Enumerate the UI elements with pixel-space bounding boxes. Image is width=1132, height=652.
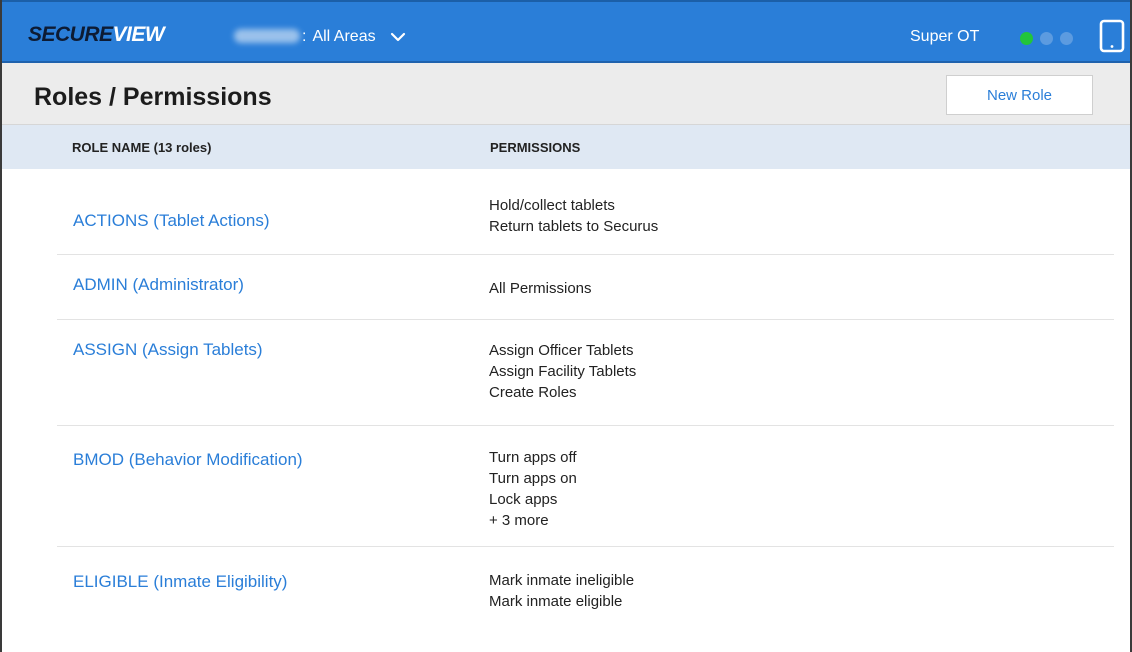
- table-row: ADMIN (Administrator) All Permissions: [2, 255, 1130, 320]
- logo-text-secure: SECURE: [28, 23, 113, 46]
- facility-name-redacted: [234, 29, 300, 43]
- permission-list: All Permissions: [489, 278, 592, 299]
- permission-item: Assign Officer Tablets: [489, 342, 634, 359]
- table-row: BMOD (Behavior Modification) Turn apps o…: [2, 426, 1130, 547]
- page-title: Roles / Permissions: [34, 83, 272, 111]
- permission-list: Hold/collect tablets Return tablets to S…: [489, 195, 658, 237]
- status-dot-3: [1060, 32, 1073, 45]
- table-row: ACTIONS (Tablet Actions) Hold/collect ta…: [2, 169, 1130, 255]
- permission-item: All Permissions: [489, 280, 592, 297]
- permission-list: Turn apps off Turn apps on Lock apps + 3…: [489, 447, 577, 531]
- table-row: ASSIGN (Assign Tablets) Assign Officer T…: [2, 320, 1130, 426]
- permission-item: Hold/collect tablets: [489, 197, 615, 214]
- area-separator: :: [302, 28, 307, 45]
- status-dot-2: [1040, 32, 1053, 45]
- permission-list: Assign Officer Tablets Assign Facility T…: [489, 340, 636, 403]
- area-label: All Areas: [312, 28, 376, 45]
- role-link[interactable]: ASSIGN (Assign Tablets): [73, 340, 263, 360]
- column-header-permissions: PERMISSIONS: [490, 140, 581, 155]
- column-header-role-name[interactable]: ROLE NAME (13 roles): [72, 140, 211, 155]
- status-indicators: [1020, 32, 1073, 45]
- role-link[interactable]: BMOD (Behavior Modification): [73, 450, 303, 470]
- permission-item: Create Roles: [489, 384, 577, 401]
- securview-logo[interactable]: SECUREVIEW: [28, 23, 165, 47]
- table-row: ELIGIBLE (Inmate Eligibility) Mark inmat…: [2, 547, 1130, 637]
- permission-item: Assign Facility Tablets: [489, 363, 637, 380]
- role-link[interactable]: ELIGIBLE (Inmate Eligibility): [73, 572, 287, 592]
- chevron-down-icon: [390, 32, 405, 42]
- permission-item: Turn apps on: [489, 470, 577, 487]
- page-header: Roles / Permissions New Role: [2, 63, 1130, 125]
- permission-item: Lock apps: [489, 491, 558, 508]
- table-column-headers: ROLE NAME (13 roles) PERMISSIONS: [2, 125, 1130, 169]
- permission-list: Mark inmate ineligible Mark inmate eligi…: [489, 570, 634, 612]
- app-window: SECUREVIEW : All Areas Super OT Roles / …: [0, 0, 1132, 652]
- permission-item: Mark inmate ineligible: [489, 572, 635, 589]
- status-dot-1: [1020, 32, 1033, 45]
- top-bar: SECUREVIEW : All Areas Super OT: [2, 0, 1130, 63]
- permission-item: Turn apps off: [489, 449, 577, 466]
- area-selector[interactable]: : All Areas: [302, 27, 406, 47]
- permission-item: Mark inmate eligible: [489, 593, 623, 610]
- more-permissions-link[interactable]: + 3 more: [489, 510, 577, 531]
- permission-item: Return tablets to Securus: [489, 218, 659, 235]
- user-name[interactable]: Super OT: [910, 28, 979, 46]
- new-role-button[interactable]: New Role: [946, 75, 1093, 115]
- role-link[interactable]: ADMIN (Administrator): [73, 275, 244, 295]
- logo-text-view: VIEW: [112, 23, 165, 46]
- tablet-icon[interactable]: [1099, 19, 1125, 53]
- role-link[interactable]: ACTIONS (Tablet Actions): [73, 211, 270, 231]
